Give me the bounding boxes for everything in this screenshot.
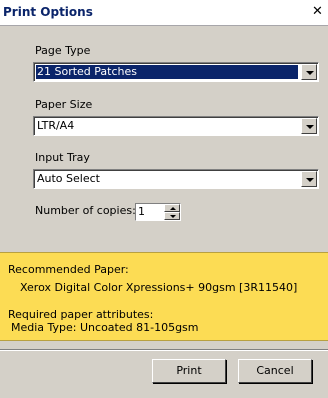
paper-size-value: LTR/A4 — [37, 119, 75, 132]
title-bar: Print Options ✕ — [0, 0, 328, 26]
page-type-label: Page Type — [35, 44, 91, 57]
copies-decrement-button[interactable] — [164, 212, 180, 220]
recommended-paper-heading: Recommended Paper: — [8, 263, 129, 276]
copies-spin-buttons — [164, 204, 180, 220]
page-type-dropdown-button[interactable] — [301, 64, 317, 80]
input-tray-value: Auto Select — [37, 172, 100, 185]
chevron-down-icon — [306, 125, 314, 129]
paper-size-select[interactable]: LTR/A4 — [33, 116, 319, 136]
copies-label: Number of copies: — [35, 204, 136, 217]
page-type-select[interactable]: 21 Sorted Patches — [33, 62, 319, 82]
paper-info-panel: Recommended Paper: Xerox Digital Color X… — [0, 252, 328, 341]
window-title: Print Options — [3, 5, 93, 19]
close-icon[interactable]: ✕ — [310, 4, 325, 19]
required-attributes-value: Media Type: Uncoated 81-105gsm — [11, 321, 199, 334]
copies-stepper[interactable]: 1 — [135, 203, 181, 221]
cancel-button[interactable]: Cancel — [238, 359, 312, 383]
input-tray-dropdown-button[interactable] — [301, 171, 317, 187]
input-tray-label: Input Tray — [35, 151, 90, 164]
page-type-value: 21 Sorted Patches — [36, 65, 298, 79]
paper-size-dropdown-button[interactable] — [301, 118, 317, 134]
print-button[interactable]: Print — [152, 359, 226, 383]
chevron-down-icon — [170, 215, 176, 218]
copies-increment-button[interactable] — [164, 204, 180, 212]
recommended-paper-value: Xerox Digital Color Xpressions+ 90gsm [3… — [20, 281, 298, 294]
required-attributes-heading: Required paper attributes: — [8, 308, 154, 321]
copies-value[interactable]: 1 — [138, 205, 145, 219]
divider — [0, 349, 328, 351]
print-options-dialog: Print Options ✕ Page Type 21 Sorted Patc… — [0, 0, 328, 398]
chevron-down-icon — [306, 178, 314, 182]
chevron-down-icon — [306, 71, 314, 75]
paper-size-label: Paper Size — [35, 98, 93, 111]
chevron-up-icon — [170, 207, 176, 210]
input-tray-select[interactable]: Auto Select — [33, 169, 319, 189]
